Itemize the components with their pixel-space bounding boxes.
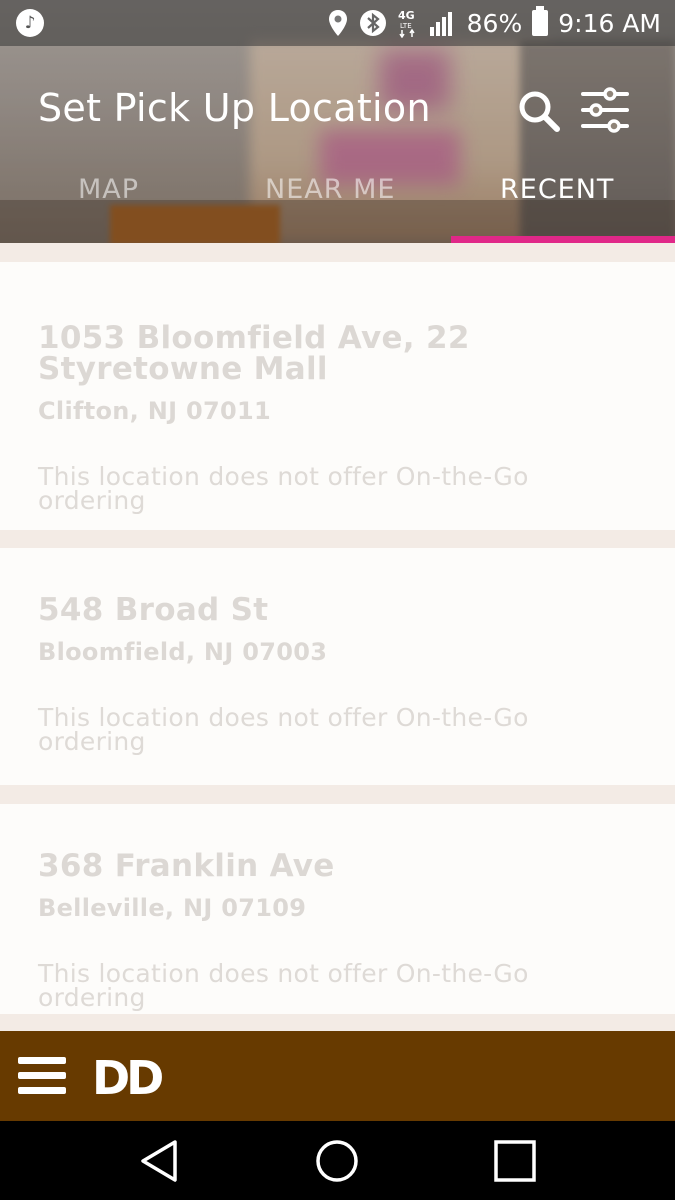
- dd-logo[interactable]: DD: [92, 1051, 164, 1105]
- network-type-icon: 4G LTE: [397, 8, 419, 38]
- recent-apps-icon: [494, 1140, 536, 1182]
- filter-sliders-icon: [581, 87, 629, 133]
- tab-near-me[interactable]: NEAR ME: [265, 174, 395, 205]
- active-tab-indicator: [451, 236, 675, 243]
- hamburger-menu-icon[interactable]: [18, 1057, 66, 1097]
- back-icon: [141, 1140, 177, 1182]
- battery-icon: [532, 6, 549, 36]
- recent-locations-list: 1053 Bloomfield Ave, 22 Styretowne Mall …: [0, 243, 675, 1031]
- recent-apps-button[interactable]: [492, 1138, 538, 1184]
- system-nav-bar: [0, 1121, 675, 1200]
- location-card[interactable]: 368 Franklin Ave Belleville, NJ 07109 Th…: [0, 804, 675, 1014]
- location-icon: [327, 9, 349, 37]
- home-button[interactable]: [314, 1138, 360, 1184]
- location-street: 1053 Bloomfield Ave, 22 Styretowne Mall: [38, 320, 470, 387]
- filter-button[interactable]: [580, 86, 630, 134]
- bottom-app-bar: DD: [0, 1031, 675, 1121]
- bluetooth-icon: [359, 9, 387, 37]
- location-ordering-note: This location does not offer On-the-Go o…: [38, 462, 529, 515]
- location-city: Belleville, NJ 07109: [38, 894, 307, 922]
- location-street: 368 Franklin Ave: [38, 848, 335, 884]
- svg-text:LTE: LTE: [400, 22, 412, 30]
- location-card[interactable]: 548 Broad St Bloomfield, NJ 07003 This l…: [0, 548, 675, 785]
- location-card[interactable]: 1053 Bloomfield Ave, 22 Styretowne Mall …: [0, 262, 675, 530]
- status-icons: 4G LTE 86% 9:16 AM: [327, 0, 661, 46]
- clock: 9:16 AM: [558, 8, 661, 38]
- search-button[interactable]: [516, 88, 562, 134]
- location-city: Bloomfield, NJ 07003: [38, 638, 328, 666]
- svg-text:4G: 4G: [398, 9, 415, 22]
- header: ♪ 4G LTE 86% 9:16 AM Set Pick Up Location: [0, 0, 675, 243]
- location-street: 548 Broad St: [38, 592, 269, 628]
- location-ordering-note: This location does not offer On-the-Go o…: [38, 703, 529, 756]
- location-ordering-note: This location does not offer On-the-Go o…: [38, 959, 529, 1012]
- music-icon: ♪: [16, 9, 44, 37]
- tab-map[interactable]: MAP: [78, 174, 139, 205]
- location-tabs: MAP NEAR ME RECENT: [0, 160, 675, 243]
- location-city: Clifton, NJ 07011: [38, 397, 271, 425]
- signal-icon: [429, 9, 457, 37]
- home-icon: [316, 1140, 358, 1182]
- search-icon: [519, 91, 560, 132]
- tab-recent[interactable]: RECENT: [500, 174, 614, 205]
- back-button[interactable]: [137, 1138, 183, 1184]
- status-bar: ♪ 4G LTE 86% 9:16 AM: [0, 0, 675, 46]
- battery-percent: 86%: [466, 8, 523, 38]
- page-title: Set Pick Up Location: [38, 86, 431, 130]
